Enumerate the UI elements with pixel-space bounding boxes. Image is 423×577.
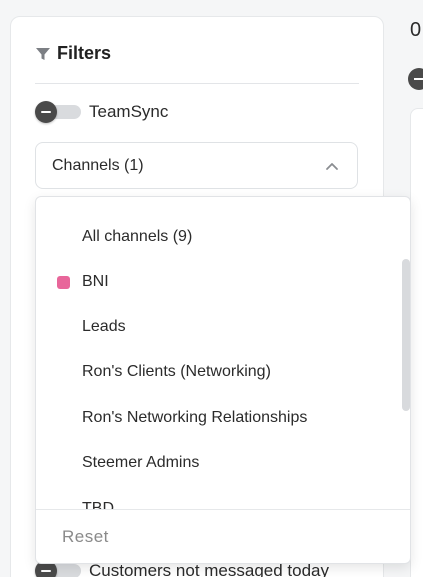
chevron-up-icon xyxy=(326,162,338,170)
reset-button[interactable]: Reset xyxy=(62,527,109,547)
channel-option-label: All channels (9) xyxy=(82,228,193,245)
channel-option[interactable]: Ron's Networking Relationships xyxy=(36,396,410,440)
channel-option[interactable]: Steemer Admins xyxy=(36,441,410,485)
channel-options-list: All channels (9) BNI Leads Ron's Clients… xyxy=(36,197,410,509)
dropdown-divider xyxy=(36,509,410,510)
channel-option-label: BNI xyxy=(82,273,109,290)
channel-option[interactable]: Leads xyxy=(36,305,410,349)
filters-title: Filters xyxy=(57,43,112,63)
header-divider xyxy=(35,83,359,84)
channel-color-swatch xyxy=(57,275,70,289)
funnel-icon xyxy=(36,47,50,60)
right-panel-heading: 0 xyxy=(410,19,422,41)
channel-option-label: Ron's Networking Relationships xyxy=(82,409,308,426)
right-card xyxy=(410,108,423,577)
channels-select[interactable]: Channels (1) xyxy=(35,142,358,189)
toggle-knob xyxy=(35,101,57,123)
channels-dropdown: All channels (9) BNI Leads Ron's Clients… xyxy=(35,196,411,564)
channel-option-label: Leads xyxy=(82,318,126,335)
teamsync-toggle[interactable] xyxy=(35,101,81,123)
channels-select-value: Channels (1) xyxy=(52,156,144,174)
teamsync-label: TeamSync xyxy=(89,102,169,121)
channel-option-label: TBD xyxy=(82,500,114,509)
channel-option[interactable]: Ron's Clients (Networking) xyxy=(36,350,410,394)
dropdown-scrollbar[interactable] xyxy=(402,259,410,411)
channel-option-label: Ron's Clients (Networking) xyxy=(82,363,271,380)
channel-option[interactable]: All channels (9) xyxy=(36,215,410,259)
channel-option[interactable]: BNI xyxy=(36,260,410,304)
right-toggle[interactable] xyxy=(408,68,423,90)
filters-header: Filters xyxy=(35,43,111,64)
teamsync-toggle-row[interactable]: TeamSync xyxy=(35,101,168,123)
channel-option-label: Steemer Admins xyxy=(82,454,200,471)
channel-option[interactable]: TBD xyxy=(36,487,410,509)
